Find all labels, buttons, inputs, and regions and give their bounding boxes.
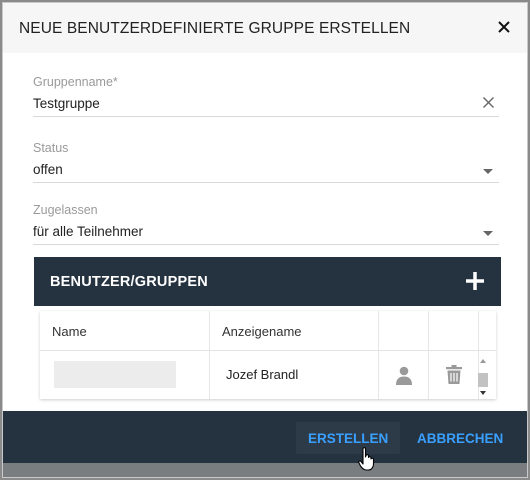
create-group-dialog: NEUE BENUTZERDEFINIERTE GRUPPE ERSTELLEN… bbox=[2, 2, 528, 478]
chevron-down-icon[interactable] bbox=[483, 231, 493, 236]
display-name-cell: Jozef Brandl bbox=[226, 367, 299, 382]
status-value: offen bbox=[33, 162, 63, 177]
users-groups-title: BENUTZER/GRUPPEN bbox=[50, 274, 208, 290]
chevron-down-icon[interactable] bbox=[483, 169, 493, 174]
status-field: Status offen bbox=[33, 141, 499, 183]
group-name-label: Gruppenname* bbox=[33, 75, 118, 89]
table-row[interactable]: Jozef Brandl bbox=[40, 352, 496, 398]
users-groups-header: BENUTZER/GRUPPEN bbox=[34, 257, 501, 306]
clear-icon[interactable] bbox=[482, 96, 495, 114]
scroll-down-icon[interactable] bbox=[480, 391, 486, 395]
allowed-field: Zugelassen für alle Teilnehmer bbox=[33, 203, 499, 245]
status-label: Status bbox=[33, 141, 69, 155]
cancel-button[interactable]: ABBRECHEN bbox=[405, 422, 515, 454]
group-name-input[interactable]: Testgruppe bbox=[33, 91, 499, 117]
create-button[interactable]: ERSTELLEN bbox=[296, 422, 401, 454]
dialog-title: NEUE BENUTZERDEFINIERTE GRUPPE ERSTELLEN bbox=[19, 20, 411, 37]
close-icon[interactable] bbox=[493, 16, 515, 38]
column-header-name[interactable]: Name bbox=[52, 311, 87, 351]
allowed-label: Zugelassen bbox=[33, 203, 98, 217]
dialog-header: NEUE BENUTZERDEFINIERTE GRUPPE ERSTELLEN bbox=[3, 3, 527, 53]
users-table: Name Anzeigename Jozef Brandl bbox=[40, 311, 496, 399]
trash-icon[interactable] bbox=[446, 365, 462, 389]
user-icon[interactable] bbox=[395, 366, 413, 390]
dialog-footer: ERSTELLEN ABBRECHEN bbox=[3, 411, 527, 463]
hand-cursor-icon bbox=[358, 447, 376, 476]
group-name-value: Testgruppe bbox=[33, 96, 100, 111]
group-name-field: Gruppenname* Testgruppe bbox=[33, 75, 499, 117]
allowed-select[interactable]: für alle Teilnehmer bbox=[33, 219, 499, 245]
name-cell bbox=[54, 361, 176, 388]
column-header-display-name[interactable]: Anzeigename bbox=[222, 311, 302, 351]
table-scrollbar[interactable] bbox=[477, 359, 489, 399]
plus-icon[interactable] bbox=[465, 271, 485, 296]
footer-shade bbox=[3, 463, 527, 477]
allowed-value: für alle Teilnehmer bbox=[33, 224, 144, 239]
scroll-thumb[interactable] bbox=[478, 373, 488, 387]
status-select[interactable]: offen bbox=[33, 157, 499, 183]
scroll-up-icon[interactable] bbox=[480, 359, 486, 363]
